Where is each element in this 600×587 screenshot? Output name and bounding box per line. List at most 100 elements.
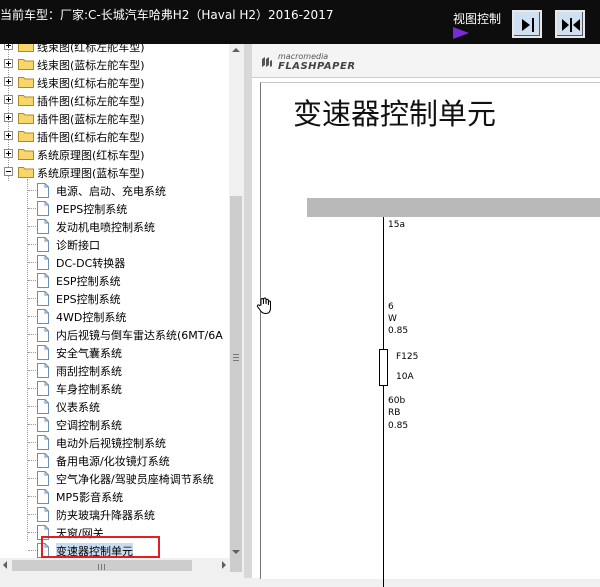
collapse-view-button[interactable] bbox=[555, 10, 585, 38]
tree-document-row[interactable]: PEPS控制系统 bbox=[0, 199, 229, 217]
tree-document-label: 安全气囊系统 bbox=[56, 347, 122, 360]
wire-size-label: 0.85 bbox=[388, 326, 409, 336]
wire-color-label-2: RB bbox=[388, 408, 401, 418]
flashpaper-toolbar: macromedia FLASHPAPER bbox=[252, 44, 600, 78]
document-icon bbox=[37, 345, 49, 360]
tree-document-row[interactable]: EPS控制系统 bbox=[0, 289, 229, 307]
tree-folder-row[interactable]: 线束图(蓝标左舵车型) bbox=[0, 55, 229, 73]
tree-vertical-scrollbar[interactable] bbox=[229, 44, 244, 572]
tree-document-label: 内后视镜与倒车雷达系统(6MT/6A bbox=[56, 329, 223, 342]
tree-document-row[interactable]: 防夹玻璃升降器系统 bbox=[0, 505, 229, 523]
tree-folder-row[interactable]: 插件图(蓝标左舵车型) bbox=[0, 109, 229, 127]
scrollbar-thumb[interactable] bbox=[230, 196, 242, 572]
tree-document-row[interactable]: 备用电源/化妆镜灯系统 bbox=[0, 451, 229, 469]
wire-pin-label-2: 60b bbox=[388, 396, 406, 406]
folder-icon bbox=[18, 44, 34, 52]
tree-document-row[interactable]: 仪表系统 bbox=[0, 397, 229, 415]
tree-document-row[interactable]: 电源、启动、充电系统 bbox=[0, 181, 229, 199]
document-icon bbox=[37, 255, 49, 270]
play-icon[interactable] bbox=[453, 27, 469, 39]
tree-document-label: 备用电源/化妆镜灯系统 bbox=[56, 455, 170, 468]
document-icon bbox=[37, 201, 49, 216]
tree-document-label: 雨刮控制系统 bbox=[56, 365, 122, 378]
collapse-minus-icon[interactable] bbox=[4, 167, 13, 176]
document-icon bbox=[37, 327, 49, 342]
scroll-left-arrow-icon[interactable] bbox=[3, 561, 7, 569]
folder-icon bbox=[18, 131, 34, 142]
fuse-name-label: F125 bbox=[396, 352, 419, 362]
brand-large-text: FLASHPAPER bbox=[278, 61, 356, 72]
expand-plus-icon[interactable] bbox=[4, 95, 13, 104]
document-icon bbox=[37, 237, 49, 252]
tree-document-label: 电源、启动、充电系统 bbox=[56, 185, 166, 198]
tree-document-label: 车身控制系统 bbox=[56, 383, 122, 396]
panel-splitter[interactable] bbox=[244, 44, 252, 578]
expand-plus-icon[interactable] bbox=[4, 113, 13, 122]
tree-folder-row[interactable]: 线束图(红标左舵车型) bbox=[0, 44, 229, 55]
tree-folder-label: 系统原理图(红标车型) bbox=[37, 149, 145, 162]
tree-document-label: MP5影音系统 bbox=[56, 491, 124, 504]
tree-document-row[interactable]: 电动外后视镜控制系统 bbox=[0, 433, 229, 451]
document-icon bbox=[37, 183, 49, 198]
open-folder-icon bbox=[18, 167, 34, 178]
tree-document-row[interactable]: 发动机电喷控制系统 bbox=[0, 217, 229, 235]
wire-top-label: 15a bbox=[388, 220, 405, 230]
tree-folder-row[interactable]: 系统原理图(蓝标车型) bbox=[0, 163, 229, 181]
tree-document-row[interactable]: 车身控制系统 bbox=[0, 379, 229, 397]
tree-document-row[interactable]: ESP控制系统 bbox=[0, 271, 229, 289]
folder-icon bbox=[18, 149, 34, 160]
wire-color-label: W bbox=[388, 314, 397, 324]
tree-document-row[interactable]: 空调控制系统 bbox=[0, 415, 229, 433]
tree-folder-label: 系统原理图(蓝标车型) bbox=[37, 167, 145, 180]
tree-folder-row[interactable]: 系统原理图(红标车型) bbox=[0, 145, 229, 163]
tree-folder-label: 插件图(红标右舵车型) bbox=[37, 131, 145, 144]
document-icon bbox=[37, 453, 49, 468]
scroll-right-arrow-icon[interactable] bbox=[222, 561, 226, 569]
folder-icon bbox=[18, 95, 34, 106]
tree-document-row[interactable]: 安全气囊系统 bbox=[0, 343, 229, 361]
view-control-label: 视图控制 bbox=[453, 12, 502, 26]
horizontal-scrollbar-thumb[interactable] bbox=[12, 560, 192, 571]
expand-arrow-icon bbox=[522, 18, 534, 32]
tree-folder-label: 线束图(红标右舵车型) bbox=[37, 77, 145, 90]
tree-document-row[interactable]: 4WD控制系统 bbox=[0, 307, 229, 325]
expand-plus-icon[interactable] bbox=[4, 59, 13, 68]
document-icon bbox=[37, 381, 49, 396]
scroll-down-arrow-icon[interactable] bbox=[232, 550, 240, 554]
expand-view-button[interactable] bbox=[512, 10, 542, 38]
expand-plus-icon[interactable] bbox=[4, 149, 13, 158]
tree-document-row[interactable]: DC-DC转换器 bbox=[0, 253, 229, 271]
tree-document-row[interactable]: MP5影音系统 bbox=[0, 487, 229, 505]
tree-document-row[interactable]: 内后视镜与倒车雷达系统(6MT/6A bbox=[0, 325, 229, 343]
document-icon bbox=[37, 489, 49, 504]
tree-folder-label: 插件图(红标左舵车型) bbox=[37, 95, 145, 108]
hand-cursor-icon bbox=[256, 297, 271, 315]
folder-icon bbox=[18, 77, 34, 88]
tree-document-row[interactable]: 雨刮控制系统 bbox=[0, 361, 229, 379]
tree-document-label: ESP控制系统 bbox=[56, 275, 121, 288]
selection-highlight-box bbox=[41, 536, 160, 558]
tree-document-label: 电动外后视镜控制系统 bbox=[56, 437, 166, 450]
scroll-up-arrow-icon[interactable] bbox=[232, 48, 240, 52]
tree-document-label: 4WD控制系统 bbox=[56, 311, 127, 324]
expand-plus-icon[interactable] bbox=[4, 131, 13, 140]
tree-folder-row[interactable]: 线束图(红标右舵车型) bbox=[0, 73, 229, 91]
document-icon bbox=[37, 435, 49, 450]
tree-horizontal-scrollbar[interactable] bbox=[0, 558, 229, 573]
category-tree[interactable]: 线束图(红标左舵车型) 线束图(蓝标左舵车型) 线束图(红标右舵车型) 插件图(红标左… bbox=[0, 44, 229, 558]
tree-document-label: EPS控制系统 bbox=[56, 293, 121, 306]
expand-plus-icon[interactable] bbox=[4, 44, 13, 50]
fuse-rating-label: 10A bbox=[396, 372, 414, 382]
expand-plus-icon[interactable] bbox=[4, 77, 13, 86]
tree-document-row[interactable]: 空气净化器/驾驶员座椅调节系统 bbox=[0, 469, 229, 487]
document-icon bbox=[37, 399, 49, 414]
tree-document-label: 发动机电喷控制系统 bbox=[56, 221, 155, 234]
diagram-header-band bbox=[307, 198, 600, 217]
tree-document-row[interactable]: 诊断接口 bbox=[0, 235, 229, 253]
tree-folder-row[interactable]: 插件图(红标左舵车型) bbox=[0, 91, 229, 109]
tree-document-label: 诊断接口 bbox=[56, 239, 100, 252]
brand-small-text: macromedia bbox=[278, 52, 329, 61]
tree-folder-row[interactable]: 插件图(红标右舵车型) bbox=[0, 127, 229, 145]
document-icon bbox=[37, 471, 49, 486]
document-viewer[interactable]: macromedia FLASHPAPER 变速器控制单元 15a 6 W 0.… bbox=[252, 44, 600, 587]
